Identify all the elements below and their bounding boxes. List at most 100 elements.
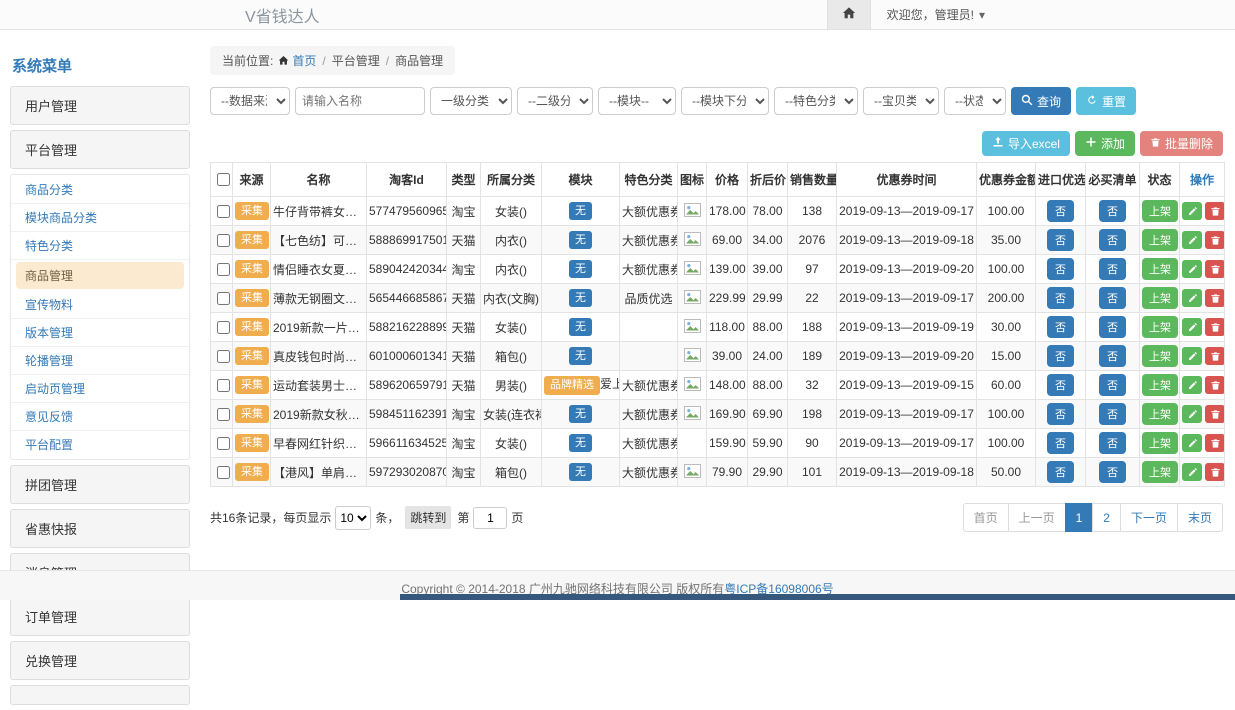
sidebar-item-0[interactable]: 商品分类 <box>11 176 189 204</box>
edit-button[interactable] <box>1182 202 1202 220</box>
reset-button[interactable]: 重置 <box>1076 87 1136 115</box>
row-checkbox[interactable] <box>217 379 230 392</box>
jump-to-button[interactable]: 跳转到 <box>405 506 451 529</box>
edit-button[interactable] <box>1182 231 1202 249</box>
sidebar-section-0[interactable]: 用户管理 <box>10 86 190 125</box>
edit-button[interactable] <box>1182 376 1202 394</box>
sidebar-item-4[interactable]: 宣传物料 <box>11 291 189 319</box>
import-toggle-button[interactable]: 否 <box>1047 345 1074 367</box>
import-toggle-button[interactable]: 否 <box>1047 432 1074 454</box>
edit-button[interactable] <box>1182 260 1202 278</box>
sidebar-item-2[interactable]: 特色分类 <box>11 232 189 260</box>
must-buy-toggle-button[interactable]: 否 <box>1099 229 1126 251</box>
row-checkbox[interactable] <box>217 205 230 218</box>
category-level1-select[interactable]: 一级分类 <box>430 87 512 115</box>
edit-button[interactable] <box>1182 318 1202 336</box>
must-buy-toggle-button[interactable]: 否 <box>1099 287 1126 309</box>
row-checkbox[interactable] <box>217 292 230 305</box>
batch-delete-button[interactable]: 批量删除 <box>1140 131 1223 156</box>
status-button[interactable]: 上架 <box>1142 461 1178 483</box>
status-button[interactable]: 上架 <box>1142 374 1178 396</box>
delete-button[interactable] <box>1205 231 1225 249</box>
must-buy-toggle-button[interactable]: 否 <box>1099 200 1126 222</box>
delete-button[interactable] <box>1205 318 1225 336</box>
import-toggle-button[interactable]: 否 <box>1047 316 1074 338</box>
row-checkbox[interactable] <box>217 350 230 363</box>
delete-button[interactable] <box>1205 376 1225 394</box>
import-excel-button[interactable]: 导入excel <box>982 131 1070 156</box>
must-buy-toggle-button[interactable]: 否 <box>1099 345 1126 367</box>
delete-button[interactable] <box>1205 405 1225 423</box>
sidebar-item-5[interactable]: 版本管理 <box>11 319 189 347</box>
page-button-3[interactable]: 2 <box>1092 503 1121 532</box>
page-button-4[interactable]: 下一页 <box>1120 503 1178 532</box>
sidebar-item-7[interactable]: 启动页管理 <box>11 375 189 403</box>
page-jump-input[interactable] <box>473 507 507 529</box>
delete-button[interactable] <box>1205 289 1225 307</box>
sidebar-item-1[interactable]: 模块商品分类 <box>11 204 189 232</box>
user-menu[interactable]: 欢迎您，管理员! <box>887 6 985 23</box>
must-buy-toggle-button[interactable]: 否 <box>1099 403 1126 425</box>
import-toggle-button[interactable]: 否 <box>1047 200 1074 222</box>
import-toggle-button[interactable]: 否 <box>1047 374 1074 396</box>
sidebar-item-6[interactable]: 轮播管理 <box>11 347 189 375</box>
category-level2-select[interactable]: --二级分类-- <box>517 87 593 115</box>
status-button[interactable]: 上架 <box>1142 287 1178 309</box>
row-checkbox[interactable] <box>217 263 230 276</box>
module-select[interactable]: --模块-- <box>598 87 676 115</box>
row-checkbox[interactable] <box>217 466 230 479</box>
delete-button[interactable] <box>1205 260 1225 278</box>
status-button[interactable]: 上架 <box>1142 316 1178 338</box>
status-button[interactable]: 上架 <box>1142 200 1178 222</box>
goods-name-input[interactable] <box>295 87 425 115</box>
page-size-select[interactable]: 10 <box>335 506 371 530</box>
item-type-select[interactable]: --宝贝类型-- <box>863 87 939 115</box>
edit-button[interactable] <box>1182 405 1202 423</box>
must-buy-toggle-button[interactable]: 否 <box>1099 374 1126 396</box>
add-button[interactable]: 添加 <box>1075 131 1135 156</box>
status-button[interactable]: 上架 <box>1142 403 1178 425</box>
page-button-2[interactable]: 1 <box>1065 503 1094 532</box>
status-button[interactable]: 上架 <box>1142 229 1178 251</box>
delete-button[interactable] <box>1205 347 1225 365</box>
page-button-0[interactable]: 首页 <box>963 503 1009 532</box>
status-button[interactable]: 上架 <box>1142 432 1178 454</box>
feature-category-select[interactable]: --特色分类-- <box>774 87 858 115</box>
row-checkbox[interactable] <box>217 437 230 450</box>
import-toggle-button[interactable]: 否 <box>1047 403 1074 425</box>
row-checkbox[interactable] <box>217 408 230 421</box>
edit-button[interactable] <box>1182 434 1202 452</box>
sidebar-item-9[interactable]: 平台配置 <box>11 431 189 458</box>
status-button[interactable]: 上架 <box>1142 345 1178 367</box>
data-source-select[interactable]: --数据来源-- <box>210 87 290 115</box>
search-button[interactable]: 查询 <box>1011 87 1071 115</box>
must-buy-toggle-button[interactable]: 否 <box>1099 432 1126 454</box>
edit-button[interactable] <box>1182 347 1202 365</box>
sidebar-item-3[interactable]: 商品管理 <box>16 262 184 289</box>
row-checkbox[interactable] <box>217 234 230 247</box>
delete-button[interactable] <box>1205 463 1225 481</box>
edit-button[interactable] <box>1182 463 1202 481</box>
must-buy-toggle-button[interactable]: 否 <box>1099 461 1126 483</box>
edit-button[interactable] <box>1182 289 1202 307</box>
row-checkbox[interactable] <box>217 321 230 334</box>
sidebar-section-6[interactable]: 兑换管理 <box>10 641 190 680</box>
must-buy-toggle-button[interactable]: 否 <box>1099 316 1126 338</box>
home-button[interactable] <box>827 0 871 29</box>
sidebar-section-5[interactable]: 订单管理 <box>10 597 190 636</box>
import-toggle-button[interactable]: 否 <box>1047 461 1074 483</box>
module-sub-category-select[interactable]: --模块下分类-- <box>681 87 769 115</box>
sidebar-item-8[interactable]: 意见反馈 <box>11 403 189 431</box>
page-button-5[interactable]: 末页 <box>1177 503 1223 532</box>
page-button-1[interactable]: 上一页 <box>1008 503 1066 532</box>
must-buy-toggle-button[interactable]: 否 <box>1099 258 1126 280</box>
sidebar-section-2[interactable]: 拼团管理 <box>10 465 190 504</box>
import-toggle-button[interactable]: 否 <box>1047 258 1074 280</box>
import-toggle-button[interactable]: 否 <box>1047 287 1074 309</box>
delete-button[interactable] <box>1205 434 1225 452</box>
delete-button[interactable] <box>1205 202 1225 220</box>
status-button[interactable]: 上架 <box>1142 258 1178 280</box>
breadcrumb-home-link[interactable]: 首页 <box>292 54 316 68</box>
sidebar-section-3[interactable]: 省惠快报 <box>10 509 190 548</box>
sidebar-section-1[interactable]: 平台管理 <box>10 130 190 169</box>
